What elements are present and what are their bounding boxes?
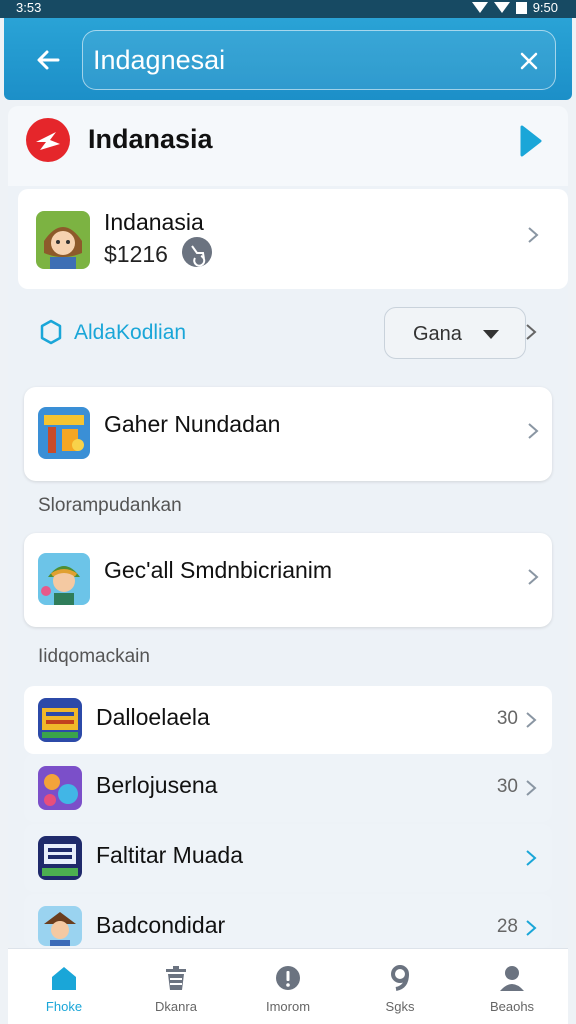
chevron-right-icon [526, 421, 540, 441]
nav-item-nine[interactable]: Sgks [344, 949, 456, 1024]
nav-item-info[interactable]: Imorom [232, 949, 344, 1024]
chevron-right-icon [524, 918, 538, 938]
list-item-name: Faltitar Muada [96, 842, 244, 868]
list-item[interactable]: Berlojusena 30 [24, 754, 552, 822]
chevron-right-icon [524, 710, 538, 730]
wifi-icon [471, 2, 488, 13]
app-icon [38, 553, 90, 605]
list-item-count: 28 [496, 916, 518, 937]
app-icon [38, 698, 82, 742]
brand-logo [26, 118, 70, 162]
signal-icon [493, 2, 510, 13]
arrow-left-icon [37, 50, 60, 70]
caret-down-icon [483, 330, 499, 339]
play-icon[interactable] [518, 124, 544, 158]
dropdown-value: Gana [413, 323, 462, 345]
nav-label: Beaohs [489, 999, 535, 1014]
app-icon [38, 407, 90, 459]
app-icon [38, 836, 82, 880]
section-heading: Iidqomackain [38, 646, 150, 667]
status-time-right: 9:50 [532, 0, 558, 15]
list-item-name: Berlojusena [96, 772, 218, 798]
list-item[interactable]: Badcondidar 28 [24, 894, 552, 948]
app-name: Gec'all Smdnbicrianim [104, 557, 333, 583]
nav-item-home[interactable]: Fhoke [8, 949, 120, 1024]
list-item-count: 30 [496, 776, 518, 797]
chevron-right-icon[interactable] [524, 322, 538, 342]
nav-item-trash[interactable]: Dkanra [120, 949, 232, 1024]
featured-app-name: Indanasia [104, 209, 204, 235]
app-name: Gaher Nundadan [104, 411, 281, 437]
app-card[interactable]: Gec'all Smdnbicrianim [24, 533, 552, 627]
chevron-right-icon [526, 567, 540, 587]
nine-icon [391, 965, 409, 991]
back-button[interactable] [32, 44, 64, 76]
chevron-right-icon [526, 225, 540, 245]
search-input[interactable]: Indagnesai [82, 30, 556, 90]
list-item[interactable]: Dalloelaela 30 [24, 686, 552, 754]
nav-item-profile[interactable]: Beaohs [456, 949, 568, 1024]
battery-icon [515, 1, 527, 14]
info-icon [276, 966, 300, 990]
featured-app-card[interactable]: Indanasia $1216 [18, 189, 568, 289]
nav-label: Dkanra [155, 999, 197, 1014]
list-item-name: Dalloelaela [96, 704, 210, 730]
app-card[interactable]: Gaher Nundadan [24, 387, 552, 481]
wheelchair-icon [182, 237, 212, 267]
app-icon [36, 211, 90, 269]
home-icon [52, 967, 76, 990]
status-bar: 3:53 9:50 [0, 0, 576, 18]
list-item-name: Badcondidar [96, 912, 226, 938]
category-dropdown[interactable]: Gana [384, 307, 526, 359]
chevron-right-icon [524, 778, 538, 798]
section-heading: Slorampudankan [38, 495, 182, 516]
search-query: Indagnesai [93, 45, 226, 75]
close-icon [520, 52, 538, 70]
profile-icon [500, 966, 524, 991]
list-item-count: 30 [496, 708, 518, 729]
featured-app-price: $1216 [104, 241, 168, 267]
brand-title: Indanasia [88, 124, 213, 154]
chevron-right-icon [524, 848, 538, 868]
nav-label: Imorom [265, 999, 311, 1014]
filter-icon [38, 318, 64, 346]
app-icon [38, 766, 82, 810]
search-header: Indagnesai [4, 18, 572, 100]
trash-icon [166, 966, 186, 990]
filter-label[interactable]: AldaKodlian [74, 321, 186, 345]
brand-row[interactable]: Indanasia [8, 106, 568, 186]
nav-label: Fhoke [45, 999, 83, 1014]
bottom-nav: Fhoke Dkanra Imorom Sgks Beaohs [8, 948, 568, 1024]
clear-button[interactable] [517, 49, 541, 73]
status-time-left: 3:53 [16, 0, 42, 15]
list-item[interactable]: Faltitar Muada [24, 824, 552, 892]
status-icons: 9:50 [471, 0, 558, 15]
app-icon [38, 906, 82, 946]
nav-label: Sgks [385, 999, 415, 1014]
